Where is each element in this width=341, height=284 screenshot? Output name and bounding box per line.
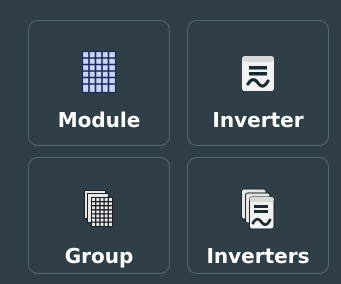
inverters-stack-icon [241, 188, 275, 230]
inverter-icon [242, 56, 274, 91]
group-button-label: Group [64, 244, 134, 268]
group-button[interactable]: Group [28, 157, 170, 274]
module-button-label: Module [57, 108, 141, 132]
module-group-icon [84, 190, 113, 227]
module-grid-icon [82, 51, 116, 93]
module-button[interactable]: Module [28, 20, 170, 146]
button-panel: Module Inverter Group Inverters [0, 0, 341, 284]
inverters-button[interactable]: Inverters [187, 157, 329, 274]
inverters-button-label: Inverters [206, 244, 310, 268]
inverter-button[interactable]: Inverter [187, 20, 329, 146]
inverter-button-label: Inverter [212, 108, 304, 132]
